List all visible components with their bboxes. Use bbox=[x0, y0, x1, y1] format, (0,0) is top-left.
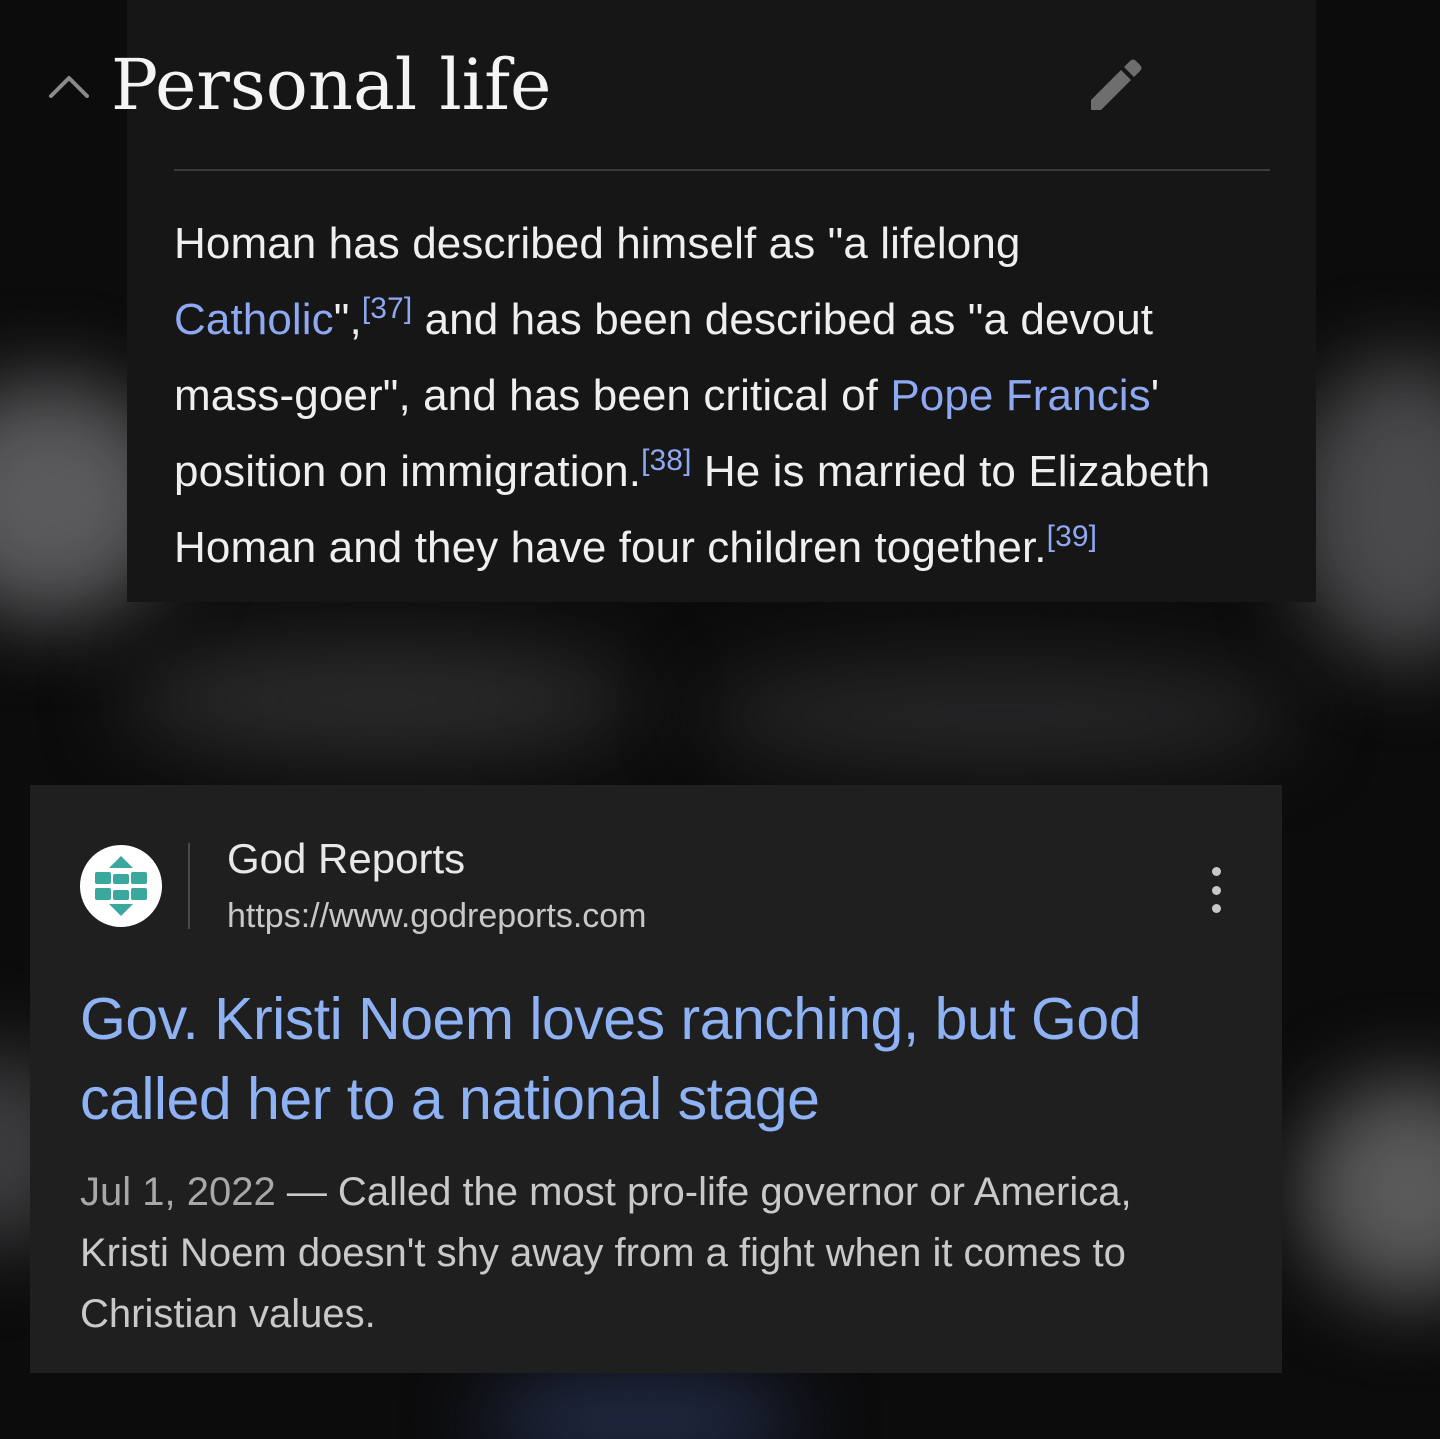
section-title: Personal life bbox=[111, 44, 552, 126]
section-paragraph: Homan has described himself as "a lifelo… bbox=[174, 206, 1284, 586]
favicon-icon[interactable] bbox=[80, 845, 162, 927]
section-header[interactable]: Personal life bbox=[47, 40, 1143, 132]
site-url[interactable]: https://www.godreports.com bbox=[227, 895, 647, 937]
menu-dot bbox=[1211, 867, 1221, 876]
result-title-link[interactable]: Gov. Kristi Noem loves ranching, but God… bbox=[80, 979, 1260, 1139]
snippet-line: Kristi Noem doesn't shy away from a figh… bbox=[80, 1231, 1126, 1275]
paragraph-text: ' bbox=[1150, 371, 1160, 420]
paragraph-text: He is married to Elizabeth bbox=[691, 447, 1211, 496]
section-divider bbox=[174, 169, 1270, 171]
paragraph-text: position on immigration. bbox=[174, 447, 642, 496]
result-snippet: Jul 1, 2022 — Called the most pro-life g… bbox=[80, 1162, 1260, 1345]
result-title-line: called her to a national stage bbox=[80, 1066, 820, 1132]
paragraph-line: Homan has described himself as "a lifelo… bbox=[174, 206, 1284, 282]
citation-37[interactable]: [37] bbox=[362, 292, 412, 325]
link-pope-francis[interactable]: Pope Francis bbox=[890, 371, 1150, 420]
chevron-up-icon[interactable] bbox=[47, 70, 91, 100]
result-date: Jul 1, 2022 bbox=[80, 1170, 276, 1214]
paragraph-text: ", bbox=[333, 295, 362, 344]
menu-dot bbox=[1211, 885, 1221, 895]
menu-dot bbox=[1211, 904, 1221, 913]
source-divider bbox=[188, 843, 190, 929]
paragraph-text: Homan has described himself as "a lifelo… bbox=[174, 219, 1021, 268]
snippet-line: Christian values. bbox=[80, 1292, 376, 1336]
more-vert-icon[interactable] bbox=[1196, 867, 1236, 913]
citation-38[interactable]: [38] bbox=[641, 444, 691, 477]
paragraph-line: position on immigration.[38] He is marri… bbox=[174, 434, 1284, 510]
citation-39[interactable]: [39] bbox=[1047, 520, 1097, 553]
snippet-line: Jul 1, 2022 — Called the most pro-life g… bbox=[80, 1162, 1260, 1223]
link-catholic[interactable]: Catholic bbox=[174, 295, 334, 344]
site-name[interactable]: God Reports bbox=[227, 833, 465, 885]
result-title-line: Gov. Kristi Noem loves ranching, but God bbox=[80, 986, 1142, 1052]
search-result-card: God Reports https://www.godreports.com G… bbox=[30, 785, 1282, 1373]
paragraph-text: mass-goer", and has been critical of bbox=[174, 371, 891, 420]
paragraph-text: Homan and they have four children togeth… bbox=[174, 523, 1047, 572]
paragraph-line: mass-goer", and has been critical of Pop… bbox=[174, 358, 1284, 434]
paragraph-line: Catholic",[37] and has been described as… bbox=[174, 282, 1284, 358]
pencil-icon[interactable] bbox=[1087, 58, 1143, 114]
snippet-text: — Called the most pro-life governor or A… bbox=[275, 1170, 1132, 1214]
paragraph-text: and has been described as "a devout bbox=[412, 295, 1154, 344]
paragraph-line: Homan and they have four children togeth… bbox=[174, 510, 1284, 586]
